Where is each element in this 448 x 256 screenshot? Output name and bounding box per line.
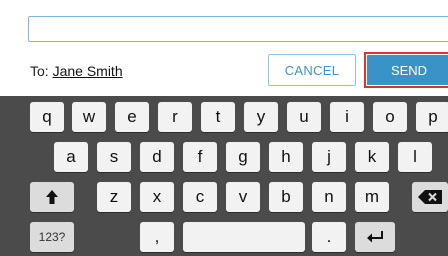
period-key[interactable]: . xyxy=(312,222,346,252)
enter-return-icon xyxy=(366,230,384,244)
shift-key[interactable] xyxy=(30,182,74,212)
backspace-icon xyxy=(417,189,443,205)
key-q[interactable]: q xyxy=(30,102,64,132)
key-z[interactable]: z xyxy=(97,182,131,212)
key-c[interactable]: c xyxy=(183,182,217,212)
key-x[interactable]: x xyxy=(140,182,174,212)
key-i[interactable]: i xyxy=(330,102,364,132)
key-n[interactable]: n xyxy=(312,182,346,212)
send-button[interactable]: SEND xyxy=(367,55,448,85)
key-m[interactable]: m xyxy=(355,182,389,212)
key-h[interactable]: h xyxy=(269,142,303,172)
comma-key[interactable]: , xyxy=(140,222,174,252)
key-f[interactable]: f xyxy=(183,142,217,172)
numbers-key[interactable]: 123? xyxy=(30,222,74,252)
to-label: To: xyxy=(30,63,49,79)
key-w[interactable]: w xyxy=(72,102,106,132)
send-button-highlight: SEND xyxy=(364,52,448,88)
key-d[interactable]: d xyxy=(140,142,174,172)
enter-key[interactable] xyxy=(355,222,395,252)
space-key[interactable] xyxy=(183,222,305,252)
compose-area: To: Jane Smith CANCEL SEND xyxy=(0,0,448,96)
key-g[interactable]: g xyxy=(226,142,260,172)
recipient-row: To: Jane Smith xyxy=(30,63,123,79)
key-p[interactable]: p xyxy=(416,102,448,132)
key-e[interactable]: e xyxy=(115,102,149,132)
soft-keyboard: q w e r t y u i o p a s d f g h j k l z … xyxy=(0,96,448,256)
key-b[interactable]: b xyxy=(269,182,303,212)
key-s[interactable]: s xyxy=(97,142,131,172)
key-j[interactable]: j xyxy=(312,142,346,172)
cancel-button[interactable]: CANCEL xyxy=(268,54,356,86)
key-l[interactable]: l xyxy=(398,142,432,172)
backspace-key[interactable] xyxy=(412,182,448,212)
key-t[interactable]: t xyxy=(201,102,235,132)
key-a[interactable]: a xyxy=(54,142,88,172)
key-u[interactable]: u xyxy=(287,102,321,132)
message-input[interactable] xyxy=(28,16,448,42)
shift-arrow-icon xyxy=(45,189,59,205)
recipient-name[interactable]: Jane Smith xyxy=(53,63,123,79)
key-y[interactable]: y xyxy=(244,102,278,132)
key-k[interactable]: k xyxy=(355,142,389,172)
key-o[interactable]: o xyxy=(373,102,407,132)
key-v[interactable]: v xyxy=(226,182,260,212)
key-r[interactable]: r xyxy=(158,102,192,132)
